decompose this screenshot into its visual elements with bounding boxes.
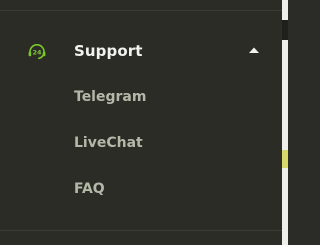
background-page-fragment xyxy=(282,150,288,168)
background-page-edge xyxy=(282,0,288,245)
submenu-item-livechat[interactable]: LiveChat xyxy=(74,132,143,154)
chevron-up-icon[interactable] xyxy=(248,46,260,54)
side-menu-panel: 24 Support Telegram LiveChat FAQ xyxy=(0,0,282,245)
submenu-item-telegram[interactable]: Telegram xyxy=(74,86,146,108)
bottom-divider xyxy=(0,230,282,231)
background-page-fragment xyxy=(282,20,288,40)
submenu-item-faq[interactable]: FAQ xyxy=(74,178,105,200)
support-section-header[interactable]: 24 Support xyxy=(0,32,282,70)
support-icon-text: 24 xyxy=(32,49,42,57)
support-section-title: Support xyxy=(74,42,143,60)
top-divider xyxy=(0,10,282,11)
support-24-headset-icon: 24 xyxy=(28,44,46,60)
